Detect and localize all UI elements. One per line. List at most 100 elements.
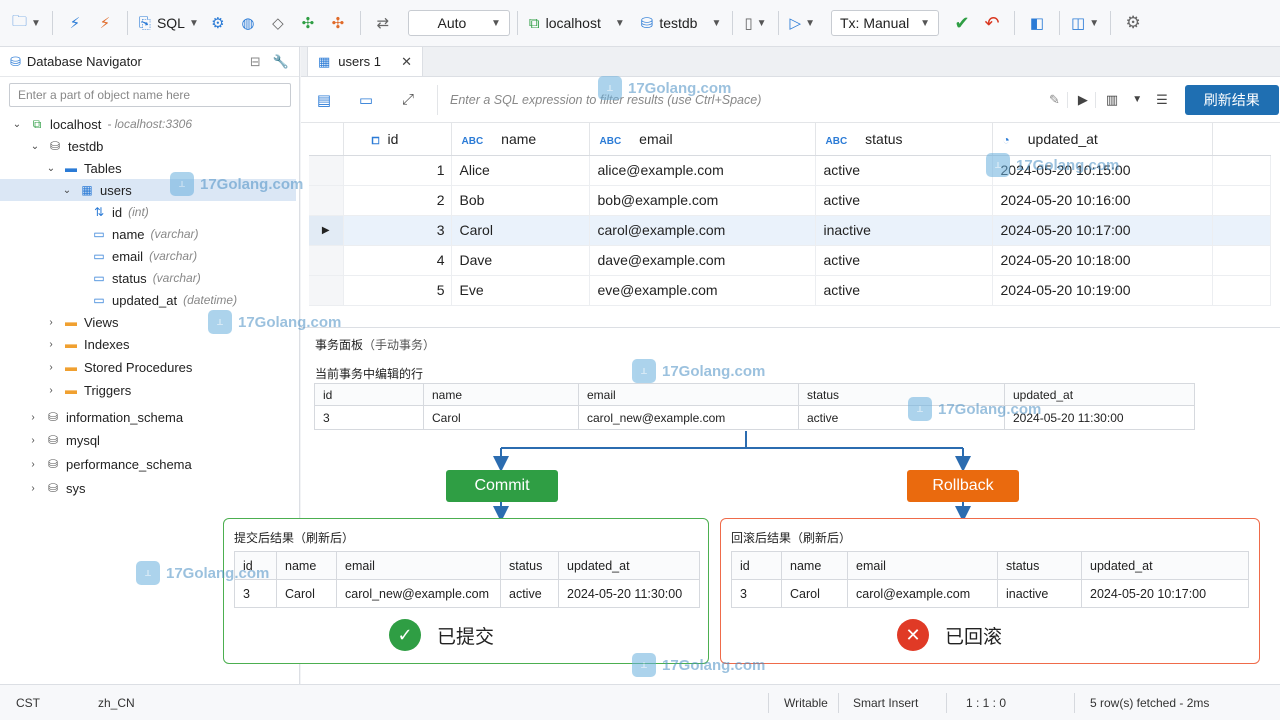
- result-cell-email[interactable]: carol_new@example.com: [336, 579, 501, 608]
- transaction-button[interactable]: ⚙: [203, 8, 233, 38]
- cell-status[interactable]: active: [815, 155, 993, 186]
- cell-id[interactable]: 4: [343, 245, 452, 276]
- cell-id[interactable]: 5: [343, 275, 452, 306]
- edited-cell-status[interactable]: active: [798, 405, 1005, 430]
- cell-id[interactable]: 2: [343, 185, 452, 216]
- row-marker[interactable]: [309, 275, 344, 306]
- result-cell-id[interactable]: 3: [234, 579, 277, 608]
- navigator-search-input[interactable]: [9, 83, 291, 107]
- apply-filter-icon[interactable]: ▶: [1066, 91, 1095, 108]
- collapse-icon[interactable]: ⊟: [250, 54, 261, 70]
- status-insert-mode[interactable]: Smart Insert: [853, 696, 918, 710]
- cell-email[interactable]: bob@example.com: [589, 185, 816, 216]
- grid-view-icon[interactable]: ▤: [311, 91, 337, 109]
- wrench-icon[interactable]: 🔧: [273, 54, 289, 70]
- tree-item-database[interactable]: › ⛁ sys: [0, 477, 296, 499]
- result-cell-updated-at[interactable]: 2024-05-20 11:30:00: [558, 579, 700, 608]
- sql-editor-button[interactable]: ⎘ SQL ▼: [135, 8, 203, 38]
- table-row[interactable]: 5 Eve eve@example.com active 2024-05-20 …: [309, 275, 1271, 306]
- cell-updated-at[interactable]: 2024-05-20 10:18:00: [992, 245, 1213, 276]
- execute-plan-button[interactable]: ✣: [293, 8, 323, 38]
- cell-name[interactable]: Eve: [451, 275, 590, 306]
- row-marker[interactable]: [309, 185, 344, 216]
- column-header-id[interactable]: ⧠ id: [343, 123, 452, 156]
- connect-button[interactable]: ⚡: [60, 8, 90, 38]
- close-icon[interactable]: ✕: [401, 54, 412, 70]
- result-cell-name[interactable]: Carol: [781, 579, 848, 608]
- cell-updated-at[interactable]: 2024-05-20 10:16:00: [992, 185, 1213, 216]
- layout-button[interactable]: ◫ ▼: [1067, 8, 1103, 38]
- maximize-panel-button[interactable]: ◧: [1022, 8, 1052, 38]
- row-marker[interactable]: [309, 245, 344, 276]
- tab-users-1[interactable]: ▦ users 1 ✕: [307, 46, 423, 76]
- result-cell-email[interactable]: carol@example.com: [847, 579, 998, 608]
- filter-input[interactable]: [437, 84, 1042, 115]
- cell-name[interactable]: Bob: [451, 185, 590, 216]
- filter-history-icon[interactable]: ▥: [1094, 91, 1125, 108]
- edit-icon[interactable]: ✎: [1042, 92, 1067, 108]
- menu-icon[interactable]: ☰: [1149, 92, 1175, 108]
- cell-email[interactable]: alice@example.com: [589, 155, 816, 186]
- chevron-down-icon[interactable]: ▼: [1125, 94, 1149, 105]
- edited-cell-name[interactable]: Carol: [423, 405, 579, 430]
- edited-cell-email[interactable]: carol_new@example.com: [578, 405, 799, 430]
- tree-item-indexes[interactable]: › ▬ Indexes: [0, 333, 296, 355]
- cell-updated-at[interactable]: 2024-05-20 10:17:00: [992, 215, 1213, 246]
- navigate-button[interactable]: ◇: [263, 8, 293, 38]
- cell-name[interactable]: Dave: [451, 245, 590, 276]
- schema-button[interactable]: ◍: [233, 8, 263, 38]
- cell-id[interactable]: 3: [343, 215, 452, 246]
- commit-result-row[interactable]: 3 Carol carol_new@example.com active 202…: [234, 579, 700, 608]
- table-row[interactable]: 4 Dave dave@example.com active 2024-05-2…: [309, 245, 1271, 276]
- cell-updated-at[interactable]: 2024-05-20 10:15:00: [992, 155, 1213, 186]
- cell-status[interactable]: active: [815, 245, 993, 276]
- rollback-toolbar-button[interactable]: ↶: [977, 8, 1007, 38]
- tree-item-tables[interactable]: ⌄ ▬ Tables: [0, 157, 296, 179]
- tree-item-column[interactable]: ▭ email (varchar): [0, 245, 296, 267]
- switch-button[interactable]: ⇄: [368, 8, 398, 38]
- tree-item-triggers[interactable]: › ▬ Triggers: [0, 379, 296, 401]
- tree-item-users[interactable]: ⌄ ▦ users: [0, 179, 296, 201]
- edited-cell-updated-at[interactable]: 2024-05-20 11:30:00: [1004, 405, 1195, 430]
- cell-status[interactable]: active: [815, 275, 993, 306]
- result-cell-updated-at[interactable]: 2024-05-20 10:17:00: [1081, 579, 1249, 608]
- table-row[interactable]: 2 Bob bob@example.com active 2024-05-20 …: [309, 185, 1271, 216]
- settings-button[interactable]: ⚙: [1118, 8, 1148, 38]
- table-row-selected[interactable]: ▶ 3 Carol carol@example.com inactive 202…: [309, 215, 1271, 246]
- tree-item-column[interactable]: ⇅ id (int): [0, 201, 296, 223]
- open-folder-button[interactable]: 🗀 ▼: [8, 8, 45, 38]
- result-cell-status[interactable]: active: [500, 579, 559, 608]
- status-mode[interactable]: Writable: [784, 696, 828, 710]
- tools-button[interactable]: ✣: [323, 8, 353, 38]
- tree-item-server[interactable]: ⌄ ⧉ localhost - localhost:3306: [0, 113, 296, 135]
- row-marker[interactable]: [309, 155, 344, 186]
- tx-mode-select[interactable]: Tx: Manual ▼: [831, 10, 939, 36]
- row-marker-current[interactable]: ▶: [309, 215, 344, 246]
- tree-item-database[interactable]: › ⛁ performance_schema: [0, 453, 296, 475]
- result-cell-id[interactable]: 3: [731, 579, 782, 608]
- database-select[interactable]: ⛁ testdb ▼: [637, 8, 726, 38]
- script-button[interactable]: ▯ ▼: [740, 8, 770, 38]
- tree-item-column[interactable]: ▭ status (varchar): [0, 267, 296, 289]
- edited-cell-id[interactable]: 3: [314, 405, 424, 430]
- column-header-updated-at[interactable]: ◔ updated_at: [992, 123, 1213, 156]
- cell-status[interactable]: inactive: [815, 215, 993, 246]
- cell-email[interactable]: carol@example.com: [589, 215, 816, 246]
- connection-select[interactable]: ⧉ localhost ▼: [525, 8, 629, 38]
- tree-item-database[interactable]: › ⛁ mysql: [0, 429, 296, 451]
- cell-email[interactable]: dave@example.com: [589, 245, 816, 276]
- tree-item-testdb[interactable]: ⌄ ⛁ testdb: [0, 135, 296, 157]
- tree-item-column[interactable]: ▭ updated_at (datetime): [0, 289, 296, 311]
- column-header-status[interactable]: ABC status: [815, 123, 993, 156]
- cell-id[interactable]: 1: [343, 155, 452, 186]
- commit-button[interactable]: Commit: [446, 470, 558, 502]
- edited-row[interactable]: 3 Carol carol_new@example.com active 202…: [314, 405, 1195, 430]
- cell-email[interactable]: eve@example.com: [589, 275, 816, 306]
- cell-name[interactable]: Alice: [451, 155, 590, 186]
- run-button[interactable]: ▷ ▼: [786, 8, 819, 38]
- disconnect-button[interactable]: ⚡: [90, 8, 120, 38]
- tree-item-database[interactable]: › ⛁ information_schema: [0, 406, 296, 428]
- tree-item-procedures[interactable]: › ▬ Stored Procedures: [0, 356, 296, 378]
- cell-status[interactable]: active: [815, 185, 993, 216]
- rollback-result-row[interactable]: 3 Carol carol@example.com inactive 2024-…: [731, 579, 1249, 608]
